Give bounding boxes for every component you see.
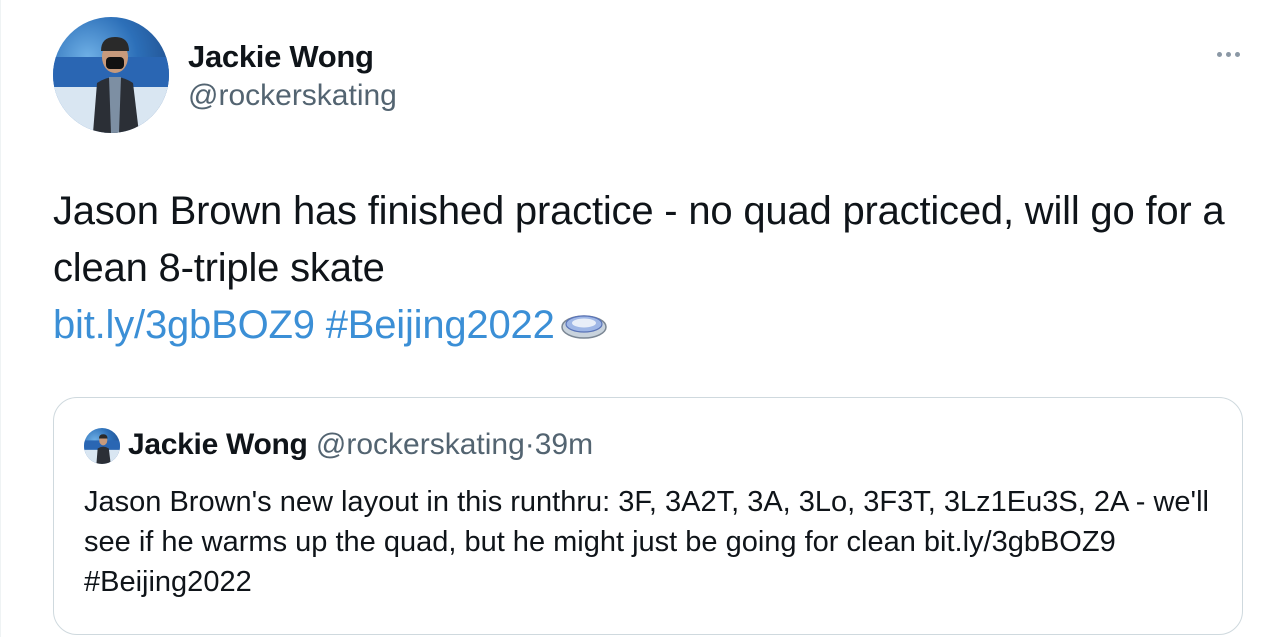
tweet: Jackie Wong @rockerskating Jason Brown h… [0,0,1280,637]
tweet-body: Jason Brown has finished practice - no q… [53,189,1225,290]
more-horizontal-icon[interactable] [1217,52,1240,57]
quoted-header: Jackie Wong @rockerskating·39m [128,426,593,464]
avatar-photo [53,37,169,133]
quoted-time: 39m [534,428,594,461]
author-avatar[interactable] [53,17,169,133]
quoted-tweet[interactable]: Jackie Wong @rockerskating·39m Jason Bro… [53,397,1243,635]
quoted-avatar-photo [84,434,120,464]
author-display-name[interactable]: Jackie Wong [188,38,397,76]
ice-rink-icon [559,301,609,358]
quoted-handle: @rockerskating [315,428,525,461]
tweet-hashtag[interactable]: #Beijing2022 [326,303,555,347]
quoted-text: Jason Brown's new layout in this runthru… [84,486,1209,598]
tweet-link[interactable]: bit.ly/3gbBOZ9 [53,303,315,347]
author-block: Jackie Wong @rockerskating [188,38,397,116]
tweet-text: Jason Brown has finished practice - no q… [53,183,1263,358]
quoted-author-avatar [84,428,120,464]
author-handle[interactable]: @rockerskating [188,76,397,116]
quoted-separator: · [524,428,535,461]
quoted-display-name: Jackie Wong [128,428,308,461]
